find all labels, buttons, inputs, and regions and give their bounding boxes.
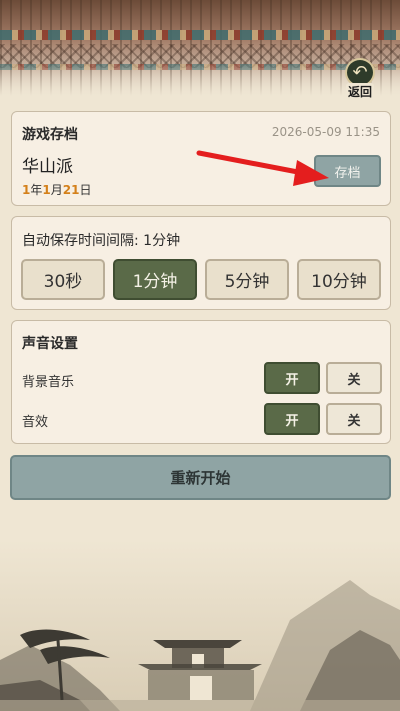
bgm-off-button[interactable]: 关 (326, 362, 382, 394)
bgm-label: 背景音乐 (22, 375, 75, 390)
autosave-title: 自动保存时间间隔: 1分钟 (22, 233, 181, 249)
autosave-option-1min[interactable]: 1分钟 (113, 259, 197, 300)
ink-landscape-illustration (0, 540, 400, 711)
sound-settings-card: 声音设置 背景音乐 开 关 音效 开 关 (11, 320, 391, 444)
save-slot-title: 游戏存档 (22, 127, 78, 143)
sect-name: 华山派 (22, 157, 73, 177)
autosave-options: 30秒 1分钟 5分钟 10分钟 (21, 259, 381, 300)
sfx-label: 音效 (22, 415, 49, 430)
autosave-card: 自动保存时间间隔: 1分钟 30秒 1分钟 5分钟 10分钟 (11, 216, 391, 310)
back-button[interactable]: ↶ 返回 (338, 58, 382, 100)
autosave-option-5min[interactable]: 5分钟 (205, 259, 289, 300)
game-date: 1年1月21日 (22, 183, 92, 197)
save-button[interactable]: 存档 (314, 155, 381, 187)
sfx-off-button[interactable]: 关 (326, 403, 382, 435)
save-timestamp: 2026-05-09 11:35 (271, 125, 380, 139)
autosave-option-10min[interactable]: 10分钟 (297, 259, 381, 300)
sound-settings-title: 声音设置 (22, 336, 78, 352)
back-label: 返回 (345, 83, 374, 100)
sfx-on-button[interactable]: 开 (264, 403, 320, 435)
bgm-on-button[interactable]: 开 (264, 362, 320, 394)
restart-button[interactable]: 重新开始 (10, 455, 391, 500)
autosave-option-30s[interactable]: 30秒 (21, 259, 105, 300)
roof-beam (0, 30, 400, 40)
save-slot-card: 游戏存档 2026-05-09 11:35 华山派 1年1月21日 存档 (11, 111, 391, 206)
